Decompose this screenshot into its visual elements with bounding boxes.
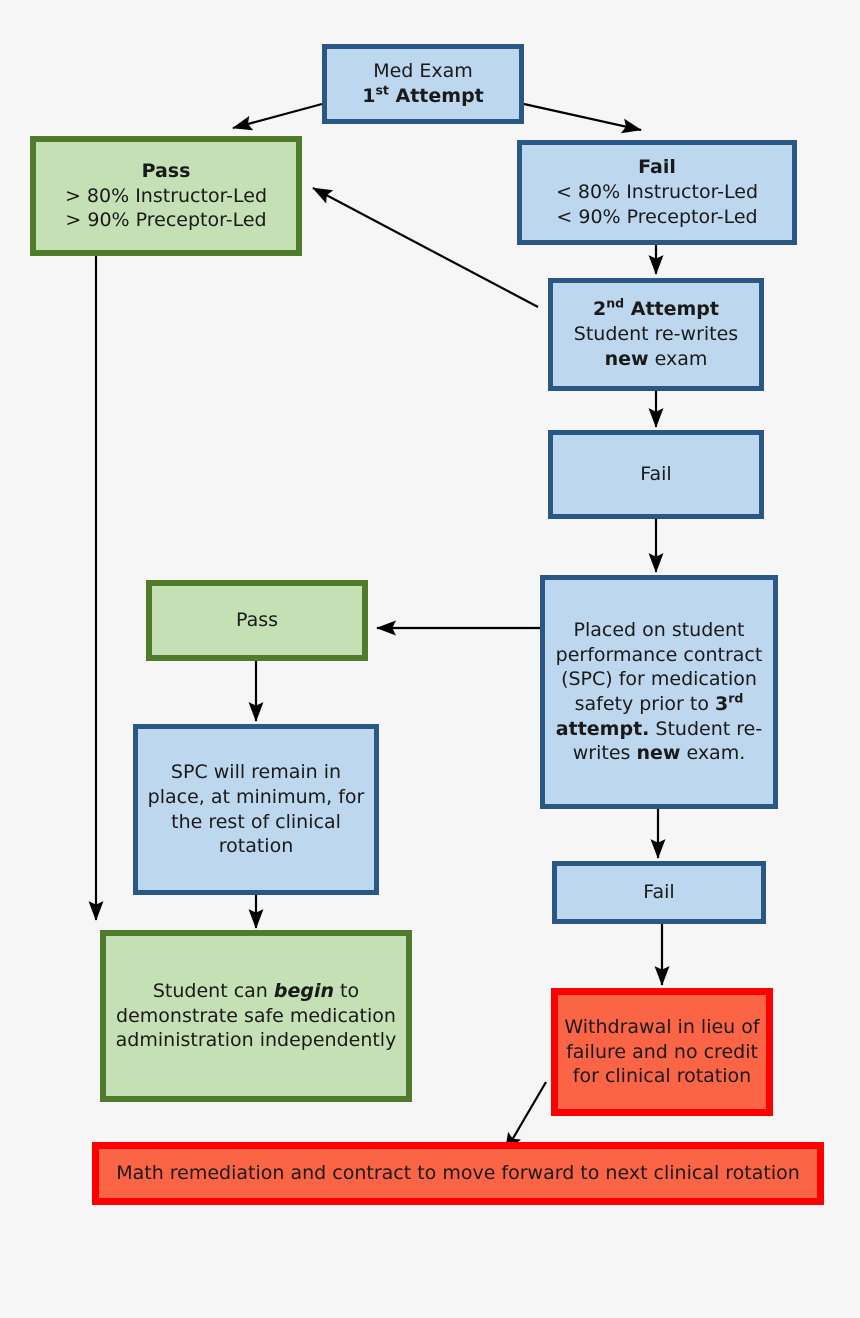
- node-label: Fail: [643, 881, 675, 904]
- node-spc-placement[interactable]: Placed on student performance contract (…: [540, 575, 778, 809]
- node-fail-third[interactable]: Fail: [552, 861, 766, 924]
- node-text: Math remediation and contract to move fo…: [116, 1162, 800, 1185]
- node-student-can-begin[interactable]: Student can begin to demonstrate safe me…: [100, 930, 412, 1102]
- node-line-2: Student re-writes: [573, 323, 739, 346]
- emphasis-new: new: [636, 742, 681, 765]
- emphasis-new: new: [604, 347, 649, 370]
- node-line-2: < 80% Instructor-Led: [555, 181, 759, 204]
- node-spc-remains[interactable]: SPC will remain in place, at minimum, fo…: [133, 724, 379, 895]
- node-line-2: 1st Attempt: [362, 82, 484, 107]
- node-text: Withdrawal in lieu of failure and no cre…: [564, 1015, 760, 1088]
- ordinal-suffix: st: [375, 82, 389, 98]
- begin-text-part-1: Student can: [152, 979, 274, 1002]
- node-heading: Pass: [141, 159, 191, 182]
- edge-medexam-to-pass: [232, 102, 323, 131]
- node-fail-first[interactable]: Fail < 80% Instructor-Led < 90% Precepto…: [517, 140, 797, 245]
- ordinal-suffix: nd: [606, 296, 625, 312]
- node-line-2: > 80% Instructor-Led: [64, 184, 268, 207]
- node-withdrawal[interactable]: Withdrawal in lieu of failure and no cre…: [551, 988, 773, 1116]
- node-line-1: Med Exam: [373, 60, 473, 83]
- node-math-remediation[interactable]: Math remediation and contract to move fo…: [92, 1142, 824, 1205]
- node-text: SPC will remain in place, at minimum, fo…: [147, 761, 365, 858]
- node-line-3: > 90% Preceptor-Led: [65, 209, 267, 232]
- emphasis-begin: begin: [273, 979, 335, 1002]
- node-pass-first[interactable]: Pass > 80% Instructor-Led > 90% Precepto…: [30, 136, 302, 256]
- edge-secondattempt-to-pass: [312, 187, 539, 308]
- node-second-attempt[interactable]: 2nd Attempt Student re-writes new exam: [548, 278, 764, 391]
- node-line-1: 2nd Attempt: [593, 296, 719, 321]
- node-line-3: new exam: [604, 347, 708, 370]
- node-med-exam-1st-attempt[interactable]: Med Exam 1st Attempt: [322, 44, 524, 124]
- node-fail-second[interactable]: Fail: [548, 430, 764, 519]
- ordinal-suffix: rd: [728, 690, 744, 706]
- node-label: Pass: [235, 609, 279, 632]
- flowchart-canvas: Med Exam 1st Attempt Pass > 80% Instruct…: [0, 0, 860, 1318]
- node-label: Fail: [640, 463, 672, 486]
- spc-text-part-3: exam.: [680, 742, 746, 765]
- edge-medexam-to-fail: [523, 102, 642, 134]
- node-pass-third[interactable]: Pass: [146, 580, 368, 661]
- node-heading: Fail: [638, 156, 676, 179]
- node-line-3: < 90% Preceptor-Led: [556, 205, 758, 228]
